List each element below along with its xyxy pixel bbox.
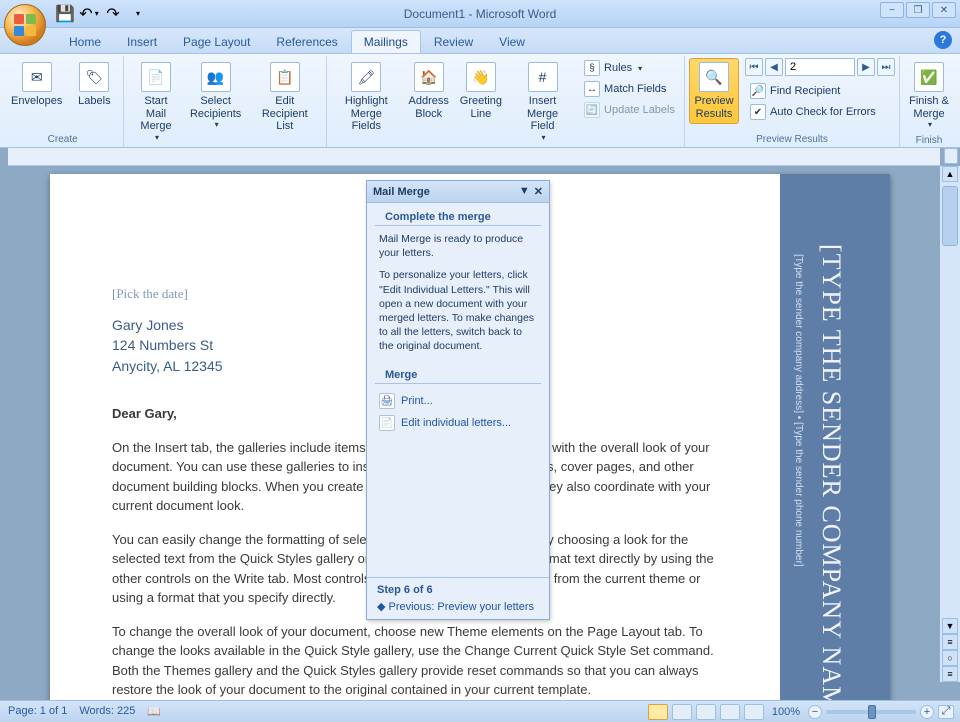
minimize-button[interactable]: − xyxy=(880,2,904,18)
vertical-scrollbar[interactable]: ▲ ▼ ≡ ○ ≡ xyxy=(940,166,960,682)
scroll-down-icon[interactable]: ▼ xyxy=(942,618,958,634)
address-block-button[interactable]: 🏠AddressBlock xyxy=(404,58,454,124)
match-fields-button[interactable]: ↔Match Fields xyxy=(579,79,680,99)
scroll-thumb[interactable] xyxy=(942,186,958,246)
browse-object-icon[interactable]: ○ xyxy=(942,650,958,666)
last-record-button[interactable]: ⏭ xyxy=(877,58,895,76)
insert-merge-field-button[interactable]: #Insert MergeField▾ xyxy=(508,58,577,146)
office-button[interactable] xyxy=(4,4,46,46)
body-paragraph-3[interactable]: To change the overall look of your docum… xyxy=(112,622,722,700)
outline-view-icon[interactable] xyxy=(720,704,740,720)
rules-button[interactable]: §Rules▾ xyxy=(579,58,680,78)
auto-check-errors-button[interactable]: ✔Auto Check for Errors xyxy=(745,102,895,122)
task-pane-title: Mail Merge xyxy=(373,186,430,198)
word-count[interactable]: Words: 225 xyxy=(79,705,135,718)
save-icon[interactable]: 💾 xyxy=(54,4,76,24)
task-pane-text-2: To personalize your letters, click "Edit… xyxy=(379,268,537,353)
draft-view-icon[interactable] xyxy=(744,704,764,720)
prev-record-button[interactable]: ◀ xyxy=(765,58,783,76)
group-create-label: Create xyxy=(6,132,119,147)
envelopes-button[interactable]: ✉Envelopes xyxy=(6,58,67,112)
start-mail-merge-button[interactable]: 📄Start MailMerge▾ xyxy=(128,58,183,146)
edit-individual-letters-link[interactable]: 📄Edit individual letters... xyxy=(367,412,549,434)
ruler-toggle-icon[interactable] xyxy=(944,148,958,164)
task-pane-menu-icon[interactable]: ▼ xyxy=(519,185,530,198)
print-layout-view-icon[interactable] xyxy=(648,704,668,720)
update-labels-button: 🔄Update Labels xyxy=(579,100,680,120)
prev-page-icon[interactable]: ≡ xyxy=(942,634,958,650)
preview-results-button[interactable]: 🔍PreviewResults xyxy=(689,58,739,124)
task-pane-close-icon[interactable]: ✕ xyxy=(534,185,543,198)
next-record-button[interactable]: ▶ xyxy=(857,58,875,76)
zoom-fit-button[interactable]: ⤢ xyxy=(938,705,954,719)
zoom-slider-thumb[interactable] xyxy=(868,705,876,719)
print-link[interactable]: 🖨Print... xyxy=(367,390,549,412)
page-indicator[interactable]: Page: 1 of 1 xyxy=(8,705,67,718)
fullscreen-reading-view-icon[interactable] xyxy=(672,704,692,720)
finish-merge-button[interactable]: ✅Finish &Merge▾ xyxy=(904,58,954,133)
mail-merge-task-pane: Mail Merge ▼ ✕ Complete the merge Mail M… xyxy=(366,180,550,620)
restore-button[interactable]: ❐ xyxy=(906,2,930,18)
labels-button[interactable]: 🏷Labels xyxy=(69,58,119,112)
previous-step-link[interactable]: ◆ Previous: Preview your letters xyxy=(377,600,539,613)
zoom-in-button[interactable]: + xyxy=(920,705,934,719)
tab-references[interactable]: References xyxy=(263,30,350,53)
undo-icon[interactable]: ↶▾ xyxy=(78,4,100,24)
proofing-icon[interactable]: 📖 xyxy=(147,705,161,718)
select-recipients-button[interactable]: 👥SelectRecipients▾ xyxy=(186,58,246,133)
redo-icon[interactable]: ↷ xyxy=(102,4,124,24)
sender-company-placeholder[interactable]: [TYPE THE SENDER COMPANY NAME] xyxy=(816,244,846,700)
first-record-button[interactable]: ⏮ xyxy=(745,58,763,76)
tab-view[interactable]: View xyxy=(486,30,538,53)
highlight-merge-fields-button[interactable]: 🖍HighlightMerge Fields xyxy=(331,58,402,137)
task-pane-text-1: Mail Merge is ready to produce your lett… xyxy=(379,232,537,260)
qat-customize-icon[interactable]: ▾ xyxy=(126,4,148,24)
horizontal-ruler[interactable] xyxy=(8,148,940,166)
tab-page-layout[interactable]: Page Layout xyxy=(170,30,263,53)
window-title: Document1 - Microsoft Word xyxy=(404,7,557,21)
close-button[interactable]: ✕ xyxy=(932,2,956,18)
next-page-icon[interactable]: ≡ xyxy=(942,666,958,682)
tab-home[interactable]: Home xyxy=(56,30,114,53)
zoom-slider[interactable] xyxy=(826,710,916,714)
tab-insert[interactable]: Insert xyxy=(114,30,170,53)
sender-details-placeholder[interactable]: [Type the sender company address] • [Typ… xyxy=(793,254,804,567)
edit-recipient-list-button[interactable]: 📋EditRecipient List xyxy=(248,58,322,137)
tab-review[interactable]: Review xyxy=(421,30,486,53)
complete-merge-heading: Complete the merge xyxy=(375,203,541,226)
group-finish-label: Finish xyxy=(904,133,954,148)
merge-heading: Merge xyxy=(375,361,541,384)
record-number-input[interactable] xyxy=(785,58,855,76)
web-layout-view-icon[interactable] xyxy=(696,704,716,720)
tab-mailings[interactable]: Mailings xyxy=(351,30,421,53)
help-icon[interactable]: ? xyxy=(934,31,952,49)
step-indicator: Step 6 of 6 xyxy=(377,584,539,596)
scroll-up-icon[interactable]: ▲ xyxy=(942,166,958,182)
greeting-line-button[interactable]: 👋GreetingLine xyxy=(456,58,506,124)
zoom-level[interactable]: 100% xyxy=(772,706,800,718)
find-recipient-button[interactable]: 🔎Find Recipient xyxy=(745,81,895,101)
group-preview-label: Preview Results xyxy=(689,132,895,147)
zoom-out-button[interactable]: − xyxy=(808,705,822,719)
